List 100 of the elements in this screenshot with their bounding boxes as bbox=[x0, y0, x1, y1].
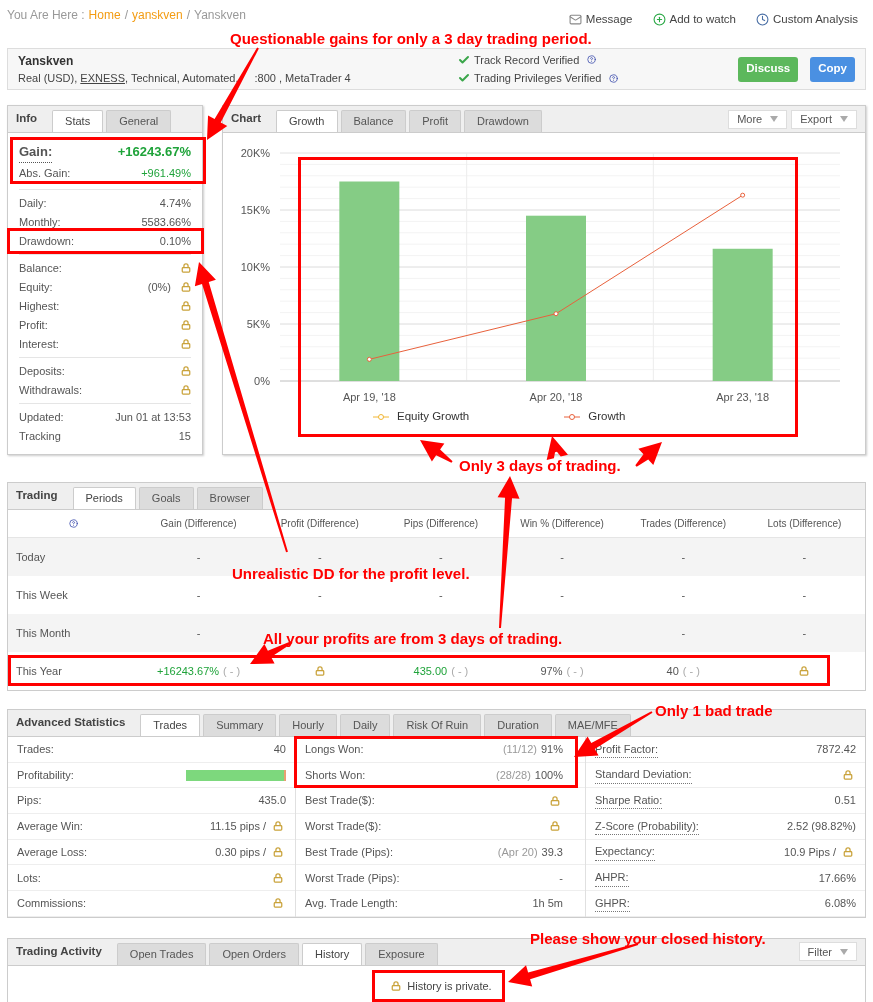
caret-icon bbox=[840, 948, 848, 955]
tab[interactable]: Open Trades bbox=[116, 942, 207, 965]
annotation-text: Unrealistic DD for the profit level. bbox=[232, 564, 470, 584]
help-icon[interactable] bbox=[609, 73, 619, 83]
table-cell-text: - bbox=[317, 587, 322, 603]
row-label: This Year bbox=[15, 663, 63, 679]
axis-label: 0% bbox=[254, 375, 270, 387]
gain-value: +16243.67% bbox=[117, 143, 191, 161]
legend-marker-icon bbox=[564, 412, 581, 421]
check-icon bbox=[458, 72, 470, 85]
axis-label: 20K% bbox=[240, 147, 270, 159]
stat-value: 0.30 pips / bbox=[215, 844, 266, 860]
stat-label: Lots: bbox=[17, 870, 41, 886]
stat-value: 0.51 bbox=[834, 793, 856, 809]
axis-label: Apr 19, '18 bbox=[342, 391, 396, 403]
tab[interactable]: Summary bbox=[203, 714, 277, 736]
column-header: Lots (Difference) bbox=[766, 517, 843, 531]
legend-marker-icon bbox=[373, 412, 389, 421]
tab[interactable]: General bbox=[106, 110, 172, 132]
private-message: History is private. bbox=[407, 978, 492, 994]
breadcrumb-separator: / bbox=[124, 7, 128, 24]
broker-link[interactable]: EXNESS bbox=[80, 71, 125, 84]
stat-value: 40 bbox=[273, 742, 286, 758]
stat-label: Tracking bbox=[19, 428, 61, 444]
stat-value: 15 bbox=[178, 428, 191, 444]
annotation-text: Only 1 bad trade bbox=[655, 701, 773, 721]
stat-value: 2.52 (98.82%) bbox=[786, 819, 856, 835]
gain-label: Gain: bbox=[19, 142, 53, 163]
help-icon[interactable] bbox=[68, 519, 78, 528]
caret-icon bbox=[770, 116, 779, 122]
stat-value: 435.0 bbox=[258, 793, 286, 809]
stat-label: Trades: bbox=[17, 742, 54, 758]
stat-value: 7872.42 bbox=[816, 742, 856, 758]
stat-label: Z-Score (Probability): bbox=[595, 817, 699, 836]
stat-label: Shorts Won: bbox=[305, 767, 366, 783]
action-link[interactable]: Add to watch bbox=[652, 11, 736, 29]
tab[interactable]: Drawdown bbox=[463, 110, 542, 132]
tab[interactable]: MAE/MFE bbox=[554, 714, 631, 736]
tab[interactable]: Balance bbox=[340, 110, 407, 132]
tab[interactable]: Goals bbox=[138, 487, 194, 509]
table-cell-text: - bbox=[439, 587, 443, 603]
table-cell-text: - bbox=[560, 587, 564, 603]
lock-icon bbox=[391, 981, 402, 992]
check-icon bbox=[458, 53, 470, 66]
stat-label: Updated: bbox=[19, 409, 64, 425]
stat-label: Standard Deviation: bbox=[595, 766, 692, 784]
column-header: Trades (Difference) bbox=[639, 517, 728, 531]
stat-value: +961.49% bbox=[141, 165, 191, 181]
tab[interactable]: Hourly bbox=[279, 714, 337, 736]
table-cell-text: - bbox=[439, 549, 443, 565]
column-header: Gain (Difference) bbox=[159, 517, 238, 531]
filter-button[interactable]: Filter bbox=[798, 942, 857, 962]
panel-title: Advanced Statistics bbox=[16, 715, 126, 731]
tab[interactable]: Browser bbox=[196, 487, 263, 509]
stat-value: 0.10% bbox=[159, 233, 191, 249]
axis-label: 15K% bbox=[240, 204, 270, 216]
tab[interactable]: Trades bbox=[140, 714, 201, 736]
caret-icon bbox=[840, 116, 848, 122]
stat-note: (28/28) bbox=[496, 767, 531, 783]
tab[interactable]: Exposure bbox=[365, 942, 438, 965]
stat-label: Equity: bbox=[19, 279, 53, 295]
table-cell-text: - bbox=[196, 587, 201, 603]
stat-value: 5583.66% bbox=[141, 214, 191, 230]
annotation-text: All your profits are from 3 days of trading. bbox=[263, 629, 563, 649]
column-header: Pips (Difference) bbox=[402, 517, 480, 531]
tab[interactable]: Daily bbox=[340, 714, 391, 736]
stat-label: Worst Trade (Pips): bbox=[305, 870, 400, 886]
tab[interactable]: Duration bbox=[484, 714, 552, 736]
stat-label: Worst Trade($): bbox=[305, 819, 382, 835]
account-name: Yanskven bbox=[18, 52, 75, 70]
breadcrumb-current: Yanskven bbox=[194, 7, 246, 24]
stat-label: Profit: bbox=[19, 317, 48, 333]
difference-text: ( - ) bbox=[682, 663, 700, 679]
action-link[interactable]: Custom Analysis bbox=[756, 11, 858, 29]
action-button[interactable]: Copy bbox=[810, 56, 855, 82]
dropdown-button[interactable]: More bbox=[728, 109, 788, 129]
help-icon[interactable] bbox=[587, 55, 597, 65]
tab[interactable]: Profit bbox=[409, 110, 461, 132]
tab[interactable]: Stats bbox=[52, 110, 104, 132]
row-label: This Week bbox=[15, 587, 69, 603]
legend-label: Equity Growth bbox=[397, 409, 470, 424]
stat-label: Balance: bbox=[19, 260, 62, 276]
stat-label: Sharpe Ratio: bbox=[595, 791, 663, 810]
arrow bbox=[546, 436, 568, 460]
stat-label: Average Win: bbox=[17, 819, 83, 835]
difference-text: ( - ) bbox=[566, 663, 584, 679]
tab[interactable]: Risk Of Ruin bbox=[393, 714, 482, 736]
stat-label: GHPR: bbox=[595, 894, 630, 913]
tab[interactable]: History bbox=[302, 942, 363, 965]
tab[interactable]: Growth bbox=[276, 110, 338, 132]
tab[interactable]: Periods bbox=[72, 487, 136, 509]
axis-label: 5K% bbox=[246, 318, 270, 330]
stat-note: (Apr 20) bbox=[497, 844, 538, 860]
stat-value: 4.74% bbox=[159, 195, 191, 211]
table-cell-text: - bbox=[681, 549, 686, 565]
table-cell-text: 40 bbox=[666, 663, 679, 679]
action-link[interactable]: Message bbox=[568, 11, 633, 29]
tab[interactable]: Open Orders bbox=[209, 942, 300, 965]
dropdown-button[interactable]: Export bbox=[791, 109, 857, 129]
stat-value: 6.08% bbox=[824, 896, 856, 912]
